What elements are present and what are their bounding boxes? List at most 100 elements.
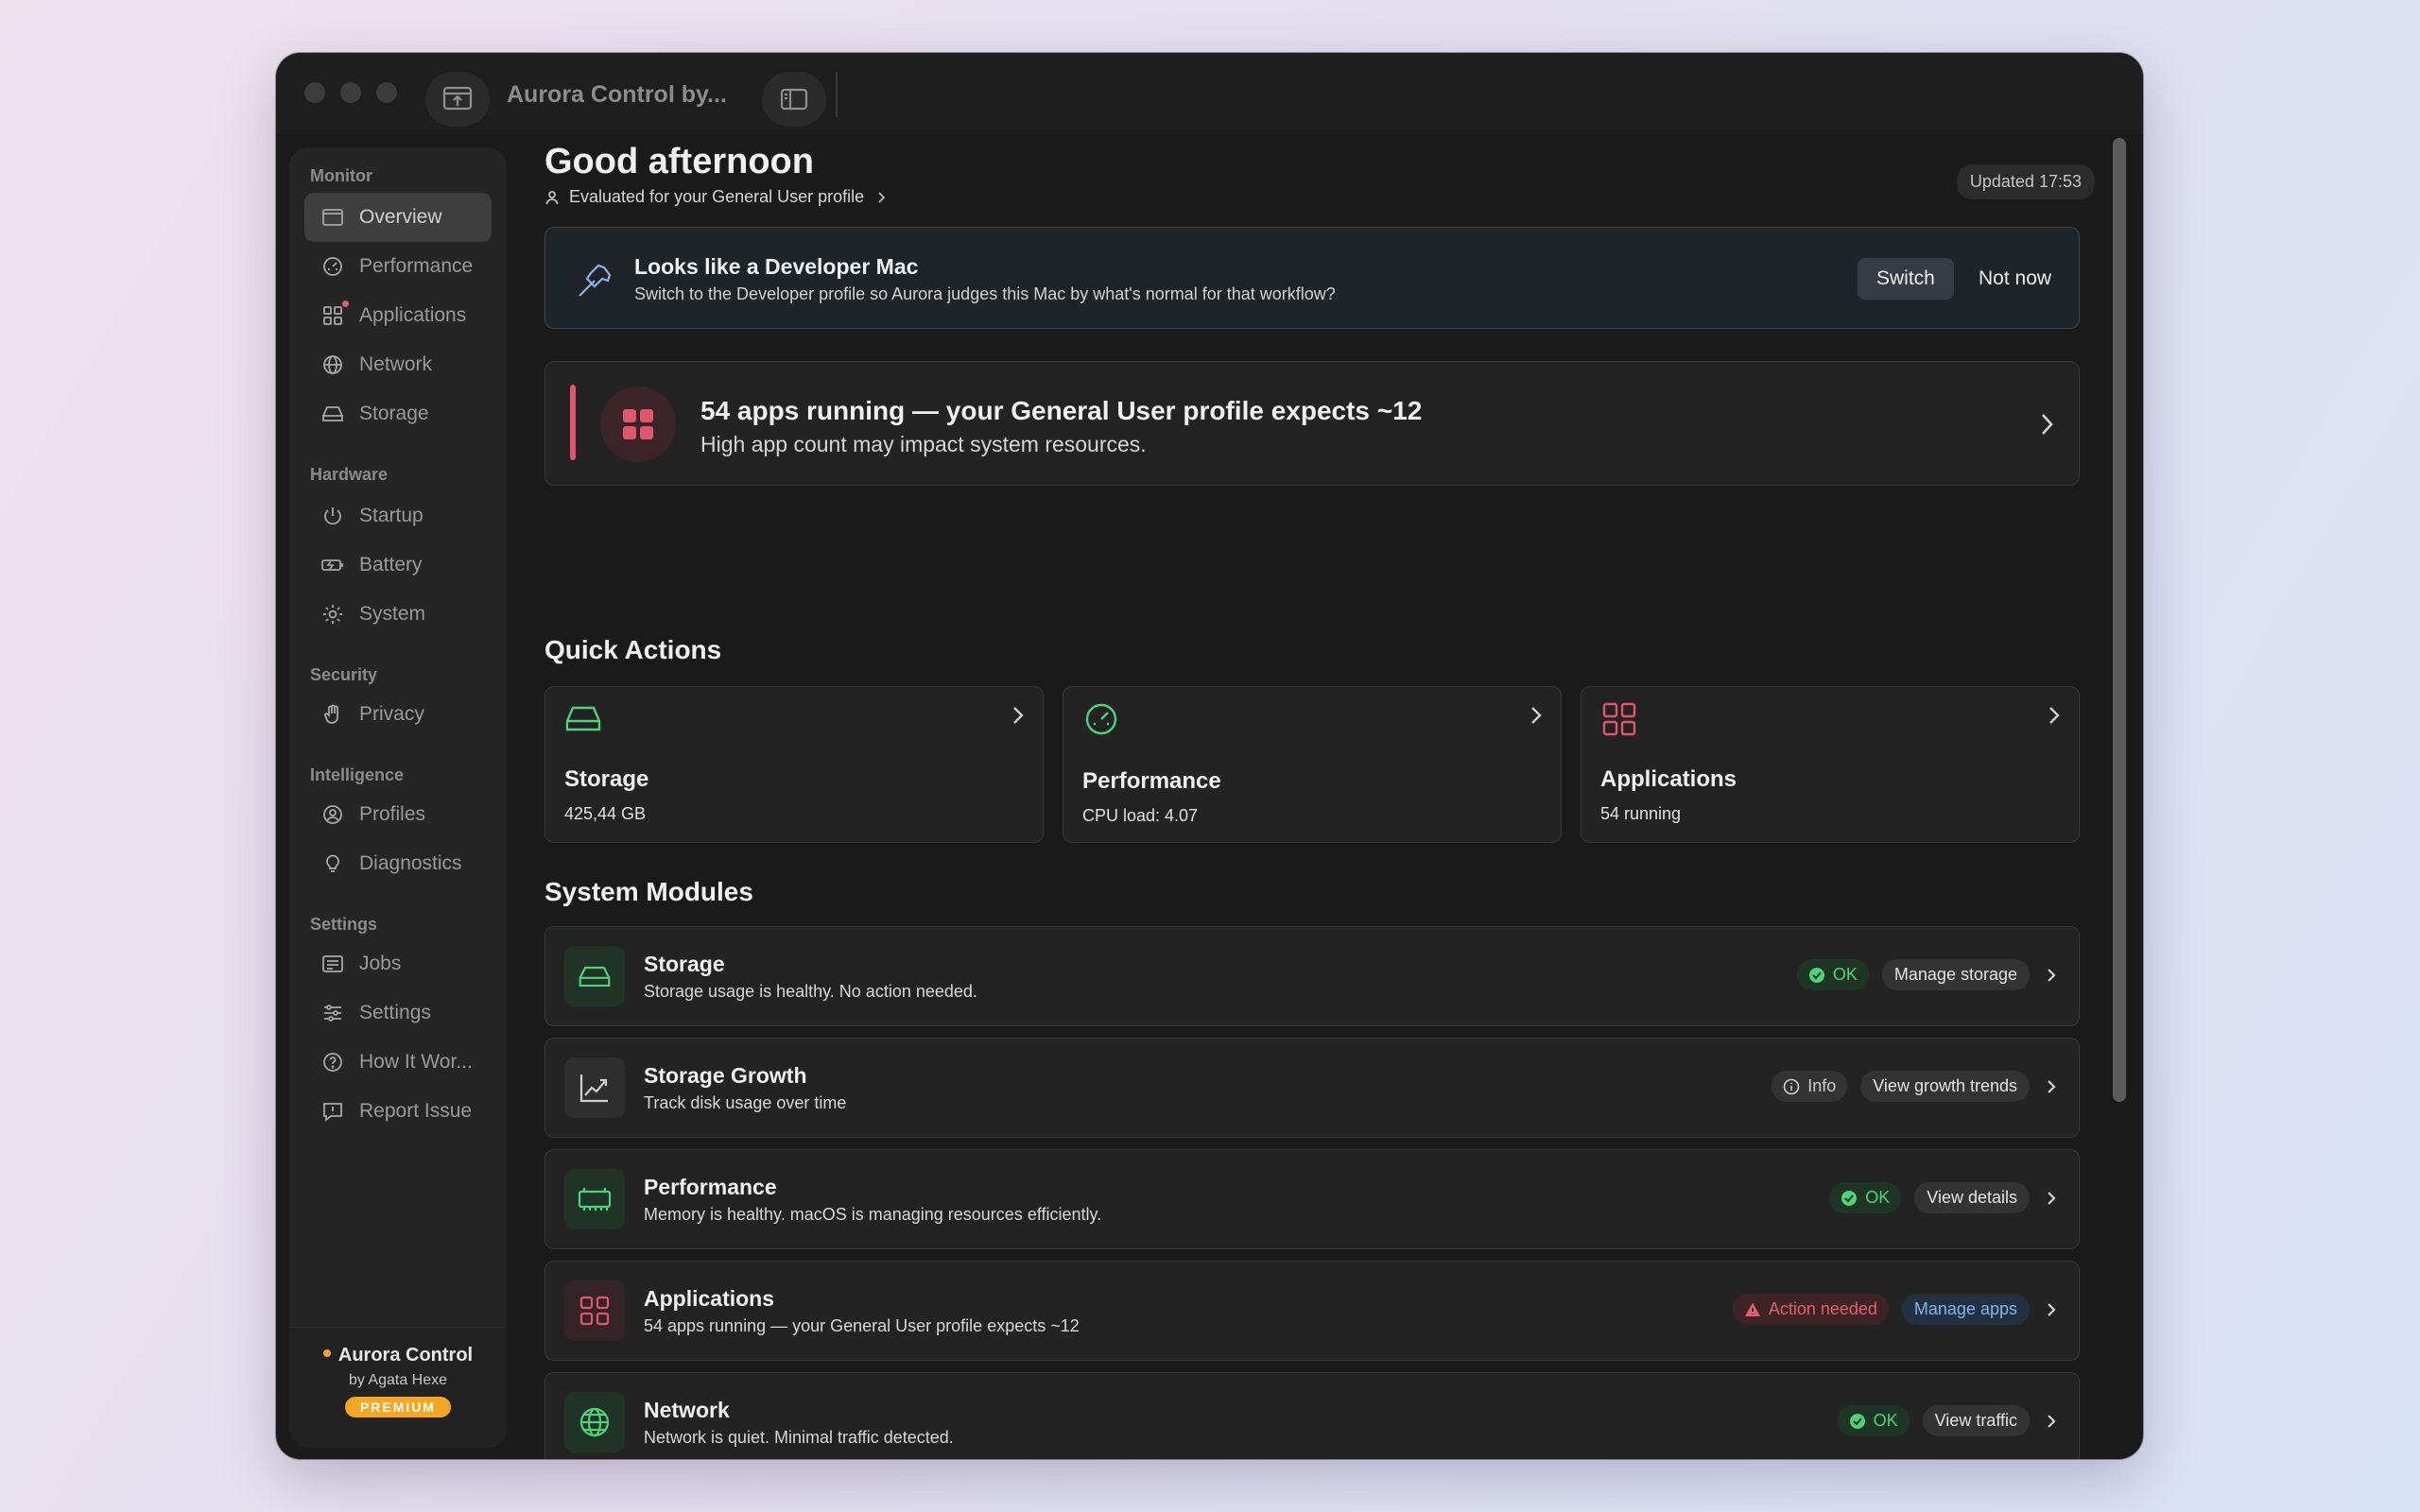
share-button[interactable] [425,72,490,127]
sidebar-item-applications[interactable]: Applications [304,291,492,340]
module-performance[interactable]: Performance Memory is healthy. macOS is … [544,1149,2080,1249]
module-chevron [2043,967,2060,984]
view-details-button[interactable]: View details [1914,1182,2030,1213]
chevron-right-icon [2049,707,2060,724]
sidebar-item-label: Overview [359,206,442,228]
list-icon [322,955,343,972]
apps-grid-icon [623,409,653,439]
sidebar-item-label: Settings [359,1002,431,1023]
not-now-button[interactable]: Not now [1979,267,2051,290]
sidebar-item-label: Profiles [359,803,426,825]
sidebar-item-settings[interactable]: Settings [304,988,492,1038]
chevron-right-icon [2042,414,2053,435]
quick-action-value: 425,44 GB [564,804,647,823]
module-title: Storage Growth [644,1063,807,1088]
sidebar-item-diagnostics[interactable]: Diagnostics [304,839,492,888]
switch-profile-button[interactable]: Switch [1858,258,1954,300]
app-window: Aurora Control by... Monitor Overview Pe… [276,53,2143,1459]
hammer-icon [579,264,612,297]
module-chevron [2043,1413,2060,1430]
check-circle-icon [1808,967,1824,983]
sidebar-item-label: Privacy [359,703,424,725]
view-growth-trends-button[interactable]: View growth trends [1860,1071,2030,1102]
scrollbar[interactable] [2113,138,2126,1457]
chart-line-icon [579,1074,608,1103]
alert-icon-circle [600,387,676,462]
quick-action-storage[interactable]: Storage 425,44 GB [544,686,1044,843]
app-count-alert[interactable]: 54 apps running — your General User prof… [544,361,2080,486]
banner-title: Looks like a Developer Mac [634,254,919,279]
sidebar-group-hardware: Hardware [310,465,389,484]
brand-name: Aurora Control [289,1345,507,1366]
chevron-right-icon [878,191,886,203]
sidebar-toggle-icon [780,88,808,111]
chevron-right-icon [2048,1191,2056,1205]
brand-label: Aurora Control [337,1345,474,1366]
power-icon [324,507,341,525]
question-icon [323,1053,342,1072]
warning-icon [1744,1302,1760,1316]
apps-grid-icon [1602,702,1636,736]
quick-action-value: 54 running [1600,804,1682,823]
sidebar-item-label: Storage [359,403,429,424]
premium-badge: PREMIUM [344,1397,452,1418]
module-storage-growth[interactable]: Storage Growth Track disk usage over tim… [544,1038,2080,1138]
status-label: OK [1873,1411,1898,1430]
sidebar-item-privacy[interactable]: Privacy [304,690,492,739]
battery-icon [321,559,343,571]
sidebar-item-label: Applications [359,304,467,326]
sidebar-item-storage[interactable]: Storage [304,389,492,438]
quick-action-applications[interactable]: Applications 54 running [1581,686,2080,843]
main-content: Good afternoon Evaluated for your Genera… [544,134,2095,1459]
hand-icon [324,704,338,724]
view-traffic-button[interactable]: View traffic [1922,1405,2030,1436]
sidebar-item-battery[interactable]: Battery [304,541,492,590]
person-circle-icon [323,805,342,824]
sidebar-item-performance[interactable]: Performance [304,242,492,291]
share-icon [442,86,473,111]
alert-title: 54 apps running — your General User prof… [700,396,1423,425]
quick-action-name: Storage [564,766,649,792]
status-label: Info [1807,1076,1837,1095]
module-icon-tile [564,1169,625,1229]
module-subtitle: Network is quiet. Minimal traffic detect… [644,1428,954,1447]
module-actions: Info View growth trends [1772,1071,2060,1102]
sidebar-item-label: Performance [359,255,474,277]
sidebar-item-how-it-works[interactable]: How It Wor... [304,1038,492,1087]
sidebar-item-jobs[interactable]: Jobs [304,939,492,988]
sidebar-group-monitor: Monitor [310,166,372,185]
sidebar-item-overview[interactable]: Overview [304,193,492,242]
apps-grid-icon [323,306,342,325]
module-storage[interactable]: Storage Storage usage is healthy. No act… [544,926,2080,1026]
sidebar-item-startup[interactable]: Startup [304,491,492,541]
status-badge: Info [1772,1071,1848,1102]
info-icon [1783,1078,1800,1094]
chevron-right-icon [1013,707,1024,724]
module-icon-tile [564,1392,625,1452]
minimize-window-button[interactable] [340,82,361,103]
zoom-window-button[interactable] [376,82,397,103]
profile-link[interactable]: Evaluated for your General User profile [544,187,889,207]
module-icon-tile [564,1057,625,1118]
system-modules-title: System Modules [544,877,753,906]
sidebar-group-intelligence: Intelligence [310,765,405,784]
module-applications[interactable]: Applications 54 apps running — your Gene… [544,1261,2080,1361]
memory-chip-icon [578,1188,612,1211]
sidebar-item-system[interactable]: System [304,590,492,639]
sidebar-toggle-button[interactable] [762,72,826,127]
manage-apps-button[interactable]: Manage apps [1901,1294,2030,1325]
quick-action-performance[interactable]: Performance CPU load: 4.07 [1063,686,1562,843]
sidebar-item-report-issue[interactable]: Report Issue [304,1087,492,1136]
scrollbar-thumb[interactable] [2113,138,2126,1102]
quick-action-name: Applications [1600,766,1737,792]
close-window-button[interactable] [304,82,325,103]
chevron-right-icon [2048,1302,2056,1316]
sidebar-item-profiles[interactable]: Profiles [304,790,492,839]
manage-storage-button[interactable]: Manage storage [1881,959,2030,990]
sidebar-item-label: System [359,603,426,625]
sidebar-item-network[interactable]: Network [304,340,492,389]
module-network[interactable]: Network Network is quiet. Minimal traffi… [544,1372,2080,1459]
brand-author: by Agata Hexe [348,1372,448,1388]
alert-accent-bar [570,385,576,460]
gauge-icon [1085,703,1117,735]
